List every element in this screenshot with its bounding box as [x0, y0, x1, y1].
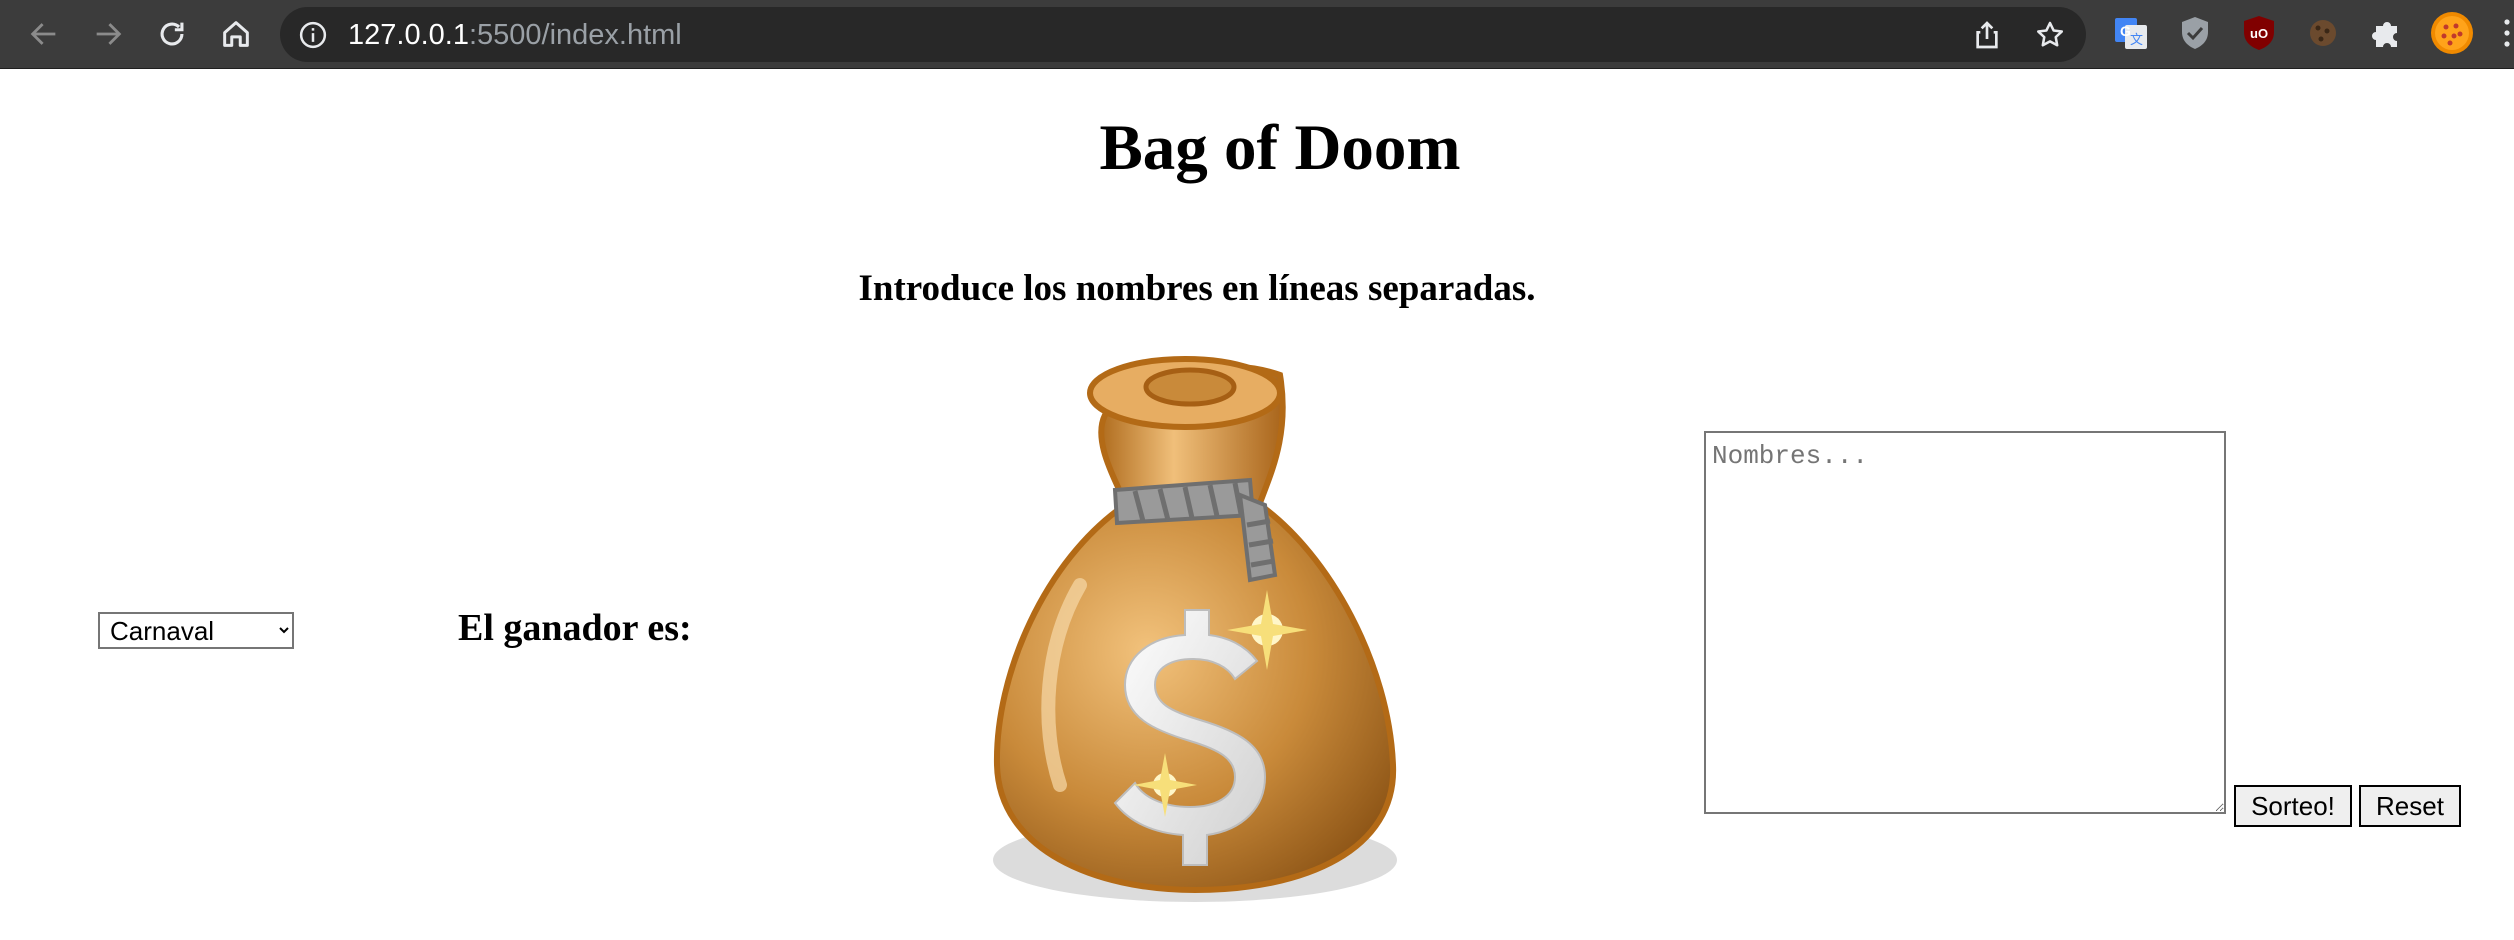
instructions-text: Introduce los nombres en líneas separada… — [858, 268, 1536, 309]
forward-button[interactable] — [85, 11, 131, 57]
back-button[interactable] — [21, 11, 67, 57]
reload-button[interactable] — [149, 11, 195, 57]
shield-extension[interactable] — [2175, 13, 2215, 53]
star-icon[interactable] — [2034, 19, 2066, 51]
reload-icon — [160, 22, 184, 46]
forward-icon — [96, 23, 122, 45]
url-host: 127.0.0.1 — [348, 19, 469, 51]
cookie-extension[interactable] — [2303, 13, 2343, 53]
svg-text:uO: uO — [2250, 26, 2268, 41]
winner-label: El ganador es: — [458, 607, 692, 649]
extensions-menu-button[interactable] — [2367, 13, 2407, 53]
cookie-icon — [2310, 20, 2336, 46]
back-icon — [30, 23, 56, 45]
names-textarea[interactable] — [1704, 431, 2226, 814]
ublock-origin-extension[interactable]: uO — [2239, 13, 2279, 53]
page-title: Bag of Doom — [1099, 112, 1461, 184]
ublock-origin-icon: uO — [2244, 16, 2274, 50]
google-translate-extension[interactable]: G 文 — [2111, 13, 2151, 53]
profile-avatar-icon — [2431, 12, 2473, 54]
profile-button[interactable] — [2429, 10, 2475, 56]
draw-button[interactable]: Sorteo! — [2234, 785, 2352, 827]
money-bag-icon — [993, 356, 1397, 902]
address-bar[interactable]: 127.0.0.1:5500/index.html — [280, 7, 2086, 62]
browser-toolbar: 127.0.0.1:5500/index.html G 文 uO — [0, 0, 2514, 69]
info-icon[interactable] — [298, 20, 328, 50]
puzzle-icon — [2372, 22, 2397, 47]
kebab-menu-icon[interactable] — [2500, 10, 2514, 56]
google-translate-icon: G 文 — [2115, 18, 2147, 49]
url-path: :5500/index.html — [468, 19, 682, 51]
home-icon — [223, 21, 249, 47]
theme-select[interactable]: Carnaval — [98, 612, 294, 649]
reset-button[interactable]: Reset — [2359, 785, 2461, 827]
shield-check-icon — [2182, 17, 2208, 49]
url-text[interactable]: 127.0.0.1:5500/index.html — [348, 17, 682, 53]
home-button[interactable] — [213, 11, 259, 57]
svg-text:文: 文 — [2130, 32, 2143, 47]
share-icon[interactable] — [1971, 19, 2003, 51]
